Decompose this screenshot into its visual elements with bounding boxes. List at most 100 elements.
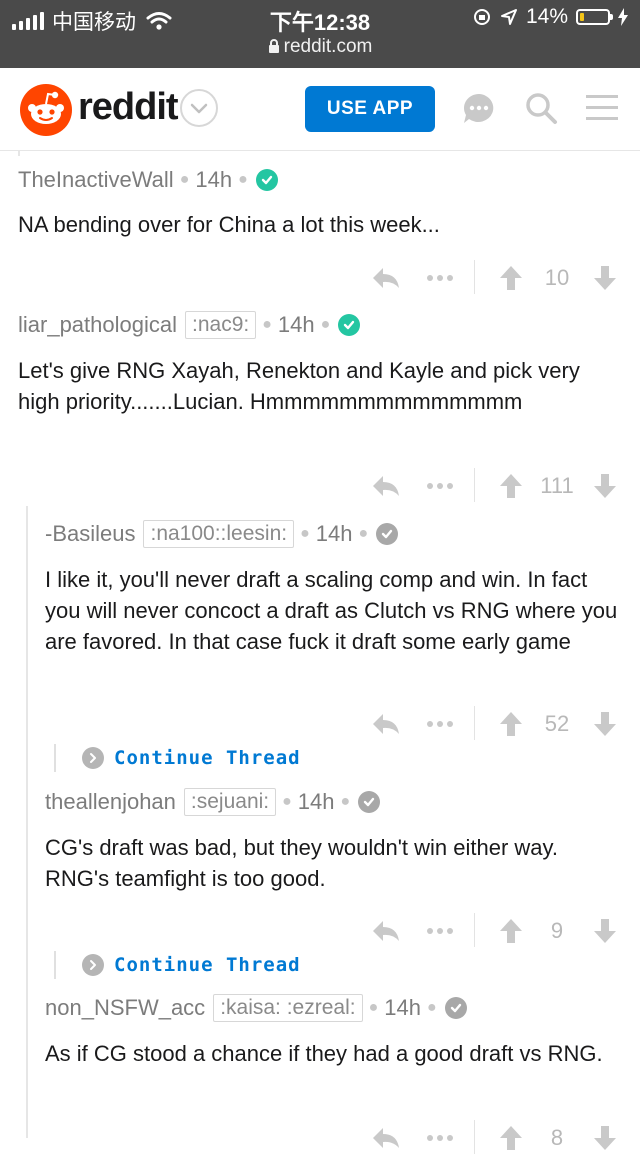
comment-body: Let's give RNG Xayah, Renekton and Kayle… bbox=[18, 358, 580, 414]
comment-time: 14h bbox=[297, 789, 335, 814]
battery-percent: 14% bbox=[525, 5, 568, 28]
location-icon bbox=[500, 9, 517, 25]
reply-button[interactable] bbox=[370, 258, 402, 298]
upvote-arrow-icon bbox=[500, 712, 522, 736]
separator-dot: ● bbox=[358, 525, 369, 542]
comment: -Basileus :na100::leesin: ● 14h ● I like… bbox=[0, 520, 640, 657]
reply-icon bbox=[373, 714, 399, 734]
thread-line-branch bbox=[54, 951, 56, 979]
comment-time: 14h bbox=[315, 521, 353, 546]
chat-icon[interactable] bbox=[461, 91, 497, 127]
reply-icon bbox=[373, 476, 399, 496]
reply-button[interactable] bbox=[370, 704, 402, 744]
upvote-arrow-icon bbox=[500, 919, 522, 943]
vote-score: 9 bbox=[550, 918, 564, 943]
separator-dot: ● bbox=[426, 999, 437, 1016]
community-menu-button[interactable] bbox=[180, 89, 218, 127]
chevron-right-icon bbox=[82, 747, 104, 769]
downvote-arrow-icon bbox=[594, 712, 616, 736]
downvote-arrow-icon bbox=[594, 266, 616, 290]
upvote-button[interactable] bbox=[498, 911, 524, 951]
downvote-button[interactable] bbox=[592, 1118, 618, 1158]
vote-score: 52 bbox=[544, 711, 570, 736]
menu-icon[interactable] bbox=[584, 91, 620, 125]
comment-actions: 8 bbox=[0, 1118, 640, 1158]
downvote-arrow-icon bbox=[594, 1126, 616, 1150]
reply-icon bbox=[373, 268, 399, 288]
separator-dot: ● bbox=[179, 171, 190, 188]
more-options-button[interactable] bbox=[425, 911, 455, 951]
more-options-button[interactable] bbox=[425, 1118, 455, 1158]
divider bbox=[474, 468, 475, 502]
reply-button[interactable] bbox=[370, 911, 402, 951]
continue-thread-link[interactable]: Continue Thread bbox=[82, 954, 301, 976]
divider bbox=[474, 913, 475, 947]
site-header: reddit USE APP bbox=[0, 68, 640, 151]
user-flair: :nac9: bbox=[185, 311, 257, 339]
reply-button[interactable] bbox=[370, 466, 402, 506]
comment-author[interactable]: non_NSFW_acc bbox=[45, 995, 205, 1021]
continue-thread-link[interactable]: Continue Thread bbox=[82, 747, 301, 769]
downvote-arrow-icon bbox=[594, 474, 616, 498]
comment: theallenjohan :sejuani: ● 14h ● CG's dra… bbox=[0, 788, 640, 894]
comment-meta: non_NSFW_acc :kaisa: :ezreal: ● 14h ● bbox=[0, 994, 640, 1022]
use-app-button[interactable]: USE APP bbox=[305, 86, 435, 132]
comment-body: As if CG stood a chance if they had a go… bbox=[45, 1041, 603, 1066]
divider bbox=[474, 706, 475, 740]
more-horizontal-icon bbox=[427, 1135, 453, 1141]
thread-line-branch bbox=[54, 744, 56, 772]
reply-icon bbox=[373, 921, 399, 941]
check-icon bbox=[444, 997, 467, 1019]
divider bbox=[474, 260, 475, 294]
comment-actions: 52 bbox=[0, 704, 640, 744]
downvote-button[interactable] bbox=[592, 466, 618, 506]
comment-body: NA bending over for China a lot this wee… bbox=[18, 212, 440, 237]
user-flair: :kaisa: :ezreal: bbox=[213, 994, 363, 1022]
separator-dot: ● bbox=[300, 525, 310, 542]
upvote-button[interactable] bbox=[498, 704, 524, 744]
comment-meta: liar_pathological :nac9: ● 14h ● bbox=[0, 311, 640, 339]
separator-dot: ● bbox=[282, 793, 292, 810]
search-icon[interactable] bbox=[524, 91, 558, 125]
upvote-button[interactable] bbox=[498, 1118, 524, 1158]
reply-button[interactable] bbox=[370, 1118, 402, 1158]
upvote-arrow-icon bbox=[500, 1126, 522, 1150]
more-horizontal-icon bbox=[427, 721, 453, 727]
more-options-button[interactable] bbox=[425, 704, 455, 744]
check-icon bbox=[376, 523, 399, 545]
vote-score: 8 bbox=[550, 1125, 564, 1150]
more-horizontal-icon bbox=[427, 275, 453, 281]
upvote-arrow-icon bbox=[500, 266, 522, 290]
comment-author[interactable]: TheInactiveWall bbox=[18, 167, 174, 193]
separator-dot: ● bbox=[262, 316, 272, 333]
comment-meta: theallenjohan :sejuani: ● 14h ● bbox=[0, 788, 640, 816]
reddit-logo-icon[interactable] bbox=[20, 84, 72, 136]
reply-icon bbox=[373, 1128, 399, 1148]
status-bar: 中国移动 下午12:38 14% reddit.com bbox=[0, 0, 640, 68]
comment-author[interactable]: theallenjohan bbox=[45, 789, 176, 815]
downvote-button[interactable] bbox=[592, 258, 618, 298]
more-options-button[interactable] bbox=[425, 466, 455, 506]
upvote-button[interactable] bbox=[498, 258, 524, 298]
comment-author[interactable]: -Basileus bbox=[45, 521, 135, 547]
battery-icon bbox=[576, 9, 613, 25]
comment-actions: 10 bbox=[0, 258, 640, 298]
comment-body: I like it, you'll never draft a scaling … bbox=[45, 567, 618, 654]
comment-author[interactable]: liar_pathological bbox=[18, 312, 177, 338]
chevron-down-icon bbox=[190, 103, 208, 114]
downvote-button[interactable] bbox=[592, 704, 618, 744]
vote-score: 111 bbox=[540, 473, 574, 498]
check-icon bbox=[358, 791, 381, 813]
separator-dot: ● bbox=[340, 793, 351, 810]
orientation-lock-icon bbox=[473, 9, 490, 25]
brand-wordmark[interactable]: reddit bbox=[78, 86, 179, 129]
divider bbox=[474, 1120, 475, 1154]
downvote-button[interactable] bbox=[592, 911, 618, 951]
comment-meta: -Basileus :na100::leesin: ● 14h ● bbox=[0, 520, 640, 548]
comment-body: CG's draft was bad, but they wouldn't wi… bbox=[45, 835, 559, 891]
comment-time: 14h bbox=[384, 995, 421, 1020]
more-options-button[interactable] bbox=[425, 258, 455, 298]
upvote-button[interactable] bbox=[498, 466, 524, 506]
url-bar[interactable]: reddit.com bbox=[0, 36, 640, 58]
vote-score: 10 bbox=[544, 265, 570, 290]
